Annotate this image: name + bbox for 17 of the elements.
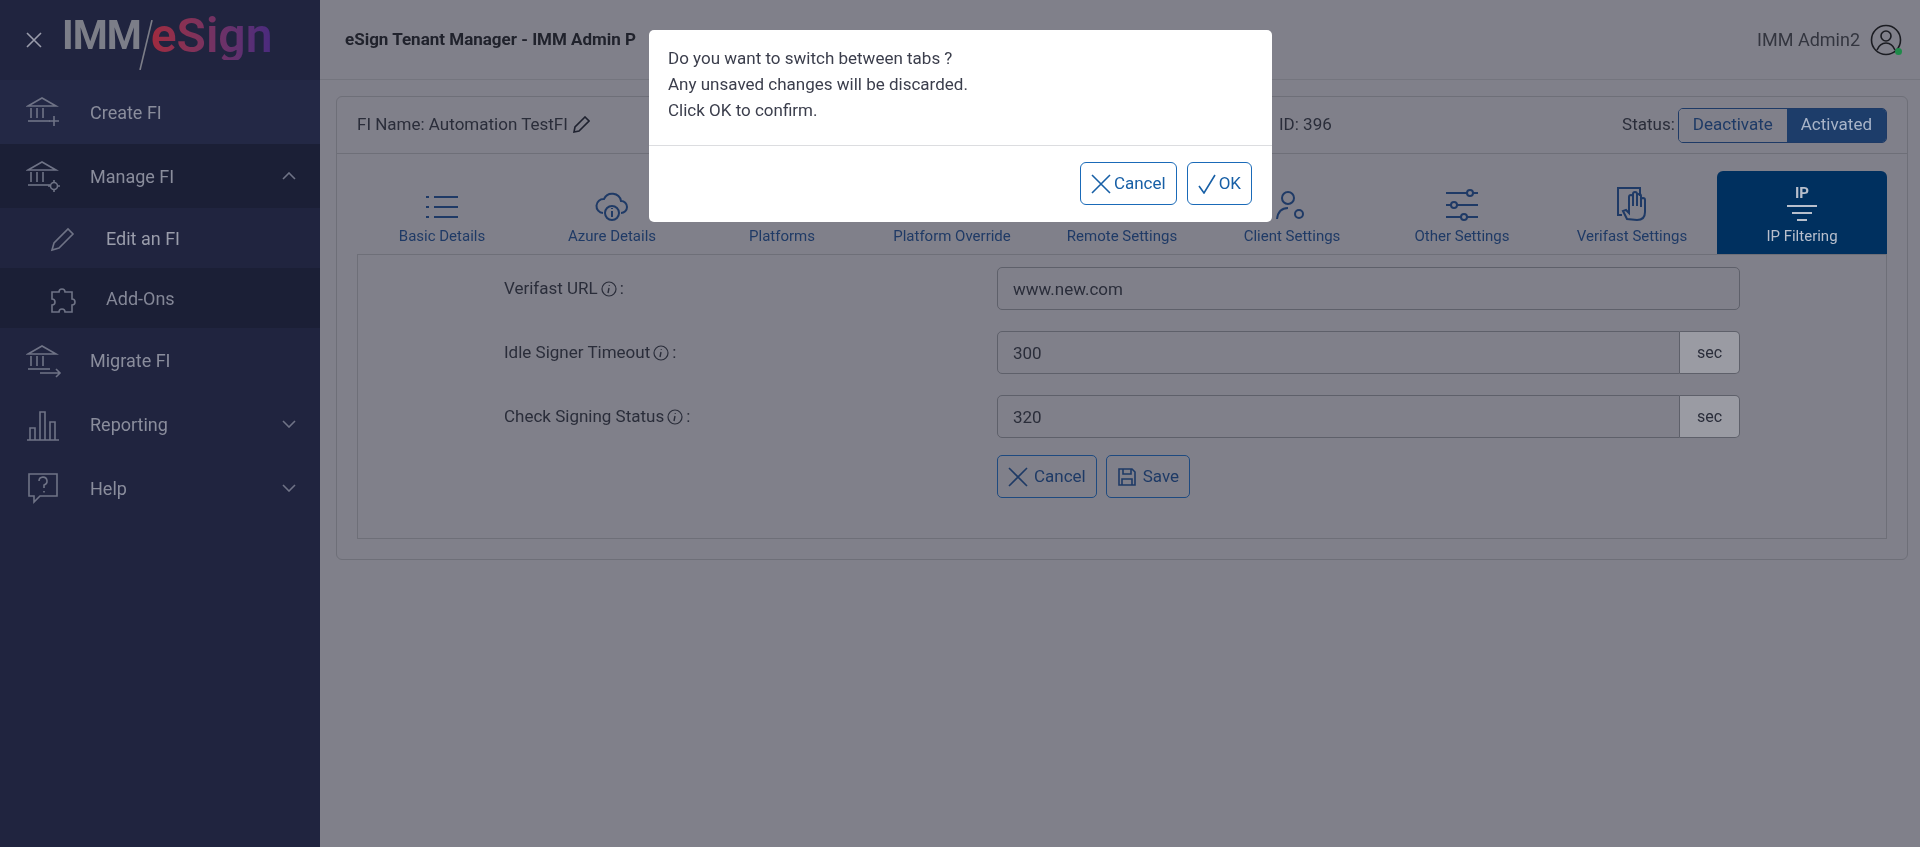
field-label: Verifast URL [504,276,598,300]
unit-addon: sec [1680,331,1740,374]
page-title: eSign Tenant Manager - IMM Admin P [345,27,637,51]
status-label: Status: [1622,113,1675,137]
colon: : [619,276,624,300]
dialog-message: Click OK to confirm. [668,99,818,122]
field-label: Check Signing Status [504,404,665,428]
colon: : [672,340,677,364]
field-label: Idle Signer Timeout [504,340,651,364]
dialog-message: Do you want to switch between tabs ? [668,47,953,70]
fi-id: ID: 396 [1279,113,1332,137]
colon: : [686,404,691,428]
fi-name: FI Name: Automation TestFI [357,113,568,137]
unit-addon: sec [1680,395,1740,438]
user-name: IMM Admin2 [1757,28,1860,52]
dialog-message: Any unsaved changes will be discarded. [668,73,968,96]
logo: IMM eSign [62,10,273,70]
